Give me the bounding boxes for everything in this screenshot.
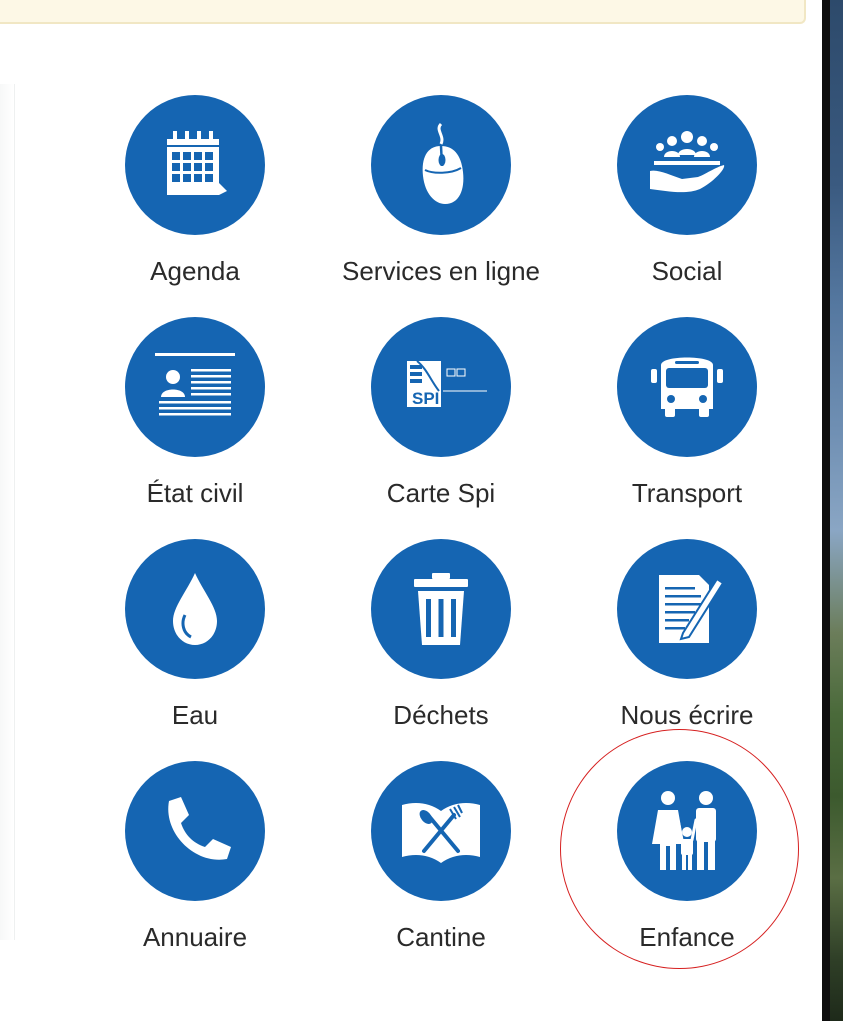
tile-label: Déchets bbox=[393, 700, 489, 730]
tile-transport[interactable]: Transport bbox=[567, 317, 807, 509]
tile-circle bbox=[371, 761, 511, 901]
family-icon bbox=[652, 791, 716, 870]
tile-label: Enfance bbox=[639, 922, 735, 952]
tile-services-en-ligne[interactable]: Services en ligne bbox=[321, 95, 561, 287]
tile-circle bbox=[617, 317, 757, 457]
left-panel-edge bbox=[0, 84, 15, 940]
tile-label: Agenda bbox=[150, 256, 240, 286]
people-hand-icon bbox=[650, 131, 725, 193]
bus-icon bbox=[651, 357, 723, 417]
background-photo-strip bbox=[822, 0, 843, 1021]
tile-social[interactable]: Social bbox=[567, 95, 807, 287]
water-drop-icon bbox=[173, 573, 217, 645]
tile-enfance[interactable]: Enfance bbox=[567, 761, 807, 953]
tile-circle: SPI bbox=[371, 317, 511, 457]
tile-label: Transport bbox=[631, 478, 743, 508]
tile-cantine[interactable]: Cantine bbox=[321, 761, 561, 953]
tile-label: Cantine bbox=[396, 922, 486, 952]
document-pen-icon bbox=[659, 575, 725, 643]
spi-card-text: SPI bbox=[412, 389, 439, 408]
tile-label: État civil bbox=[146, 478, 244, 508]
tile-circle bbox=[617, 539, 757, 679]
tile-circle bbox=[125, 539, 265, 679]
mouse-icon bbox=[422, 122, 464, 204]
tile-label: Services en ligne bbox=[342, 256, 540, 286]
id-card-icon bbox=[155, 353, 235, 416]
tile-circle bbox=[125, 761, 265, 901]
tile-circle bbox=[371, 95, 511, 235]
tile-circle bbox=[617, 761, 757, 901]
tile-label: Carte Spi bbox=[386, 478, 496, 508]
tile-label: Annuaire bbox=[142, 922, 248, 952]
tile-annuaire[interactable]: Annuaire bbox=[75, 761, 315, 953]
tile-agenda[interactable]: Agenda bbox=[75, 95, 315, 287]
tile-etat-civil[interactable]: État civil bbox=[75, 317, 315, 509]
tile-eau[interactable]: Eau bbox=[75, 539, 315, 731]
tile-nous-ecrire[interactable]: Nous écrire bbox=[567, 539, 807, 731]
phone-icon bbox=[168, 797, 231, 860]
tile-circle bbox=[125, 95, 265, 235]
calendar-icon bbox=[167, 131, 227, 195]
tile-label: Nous écrire bbox=[620, 700, 754, 730]
top-banner bbox=[0, 0, 806, 24]
tile-circle bbox=[371, 539, 511, 679]
trash-icon bbox=[414, 573, 468, 645]
tile-carte-spi[interactable]: SPI Carte Spi bbox=[321, 317, 561, 509]
tile-dechets[interactable]: Déchets bbox=[321, 539, 561, 731]
tile-label: Social bbox=[651, 256, 723, 286]
tile-circle bbox=[125, 317, 265, 457]
tile-label: Eau bbox=[171, 700, 219, 730]
spi-card-icon: SPI bbox=[407, 360, 487, 408]
page: Agenda Services en ligne Social État civ… bbox=[0, 0, 843, 1021]
tile-circle bbox=[617, 95, 757, 235]
book-cutlery-icon bbox=[402, 803, 480, 863]
